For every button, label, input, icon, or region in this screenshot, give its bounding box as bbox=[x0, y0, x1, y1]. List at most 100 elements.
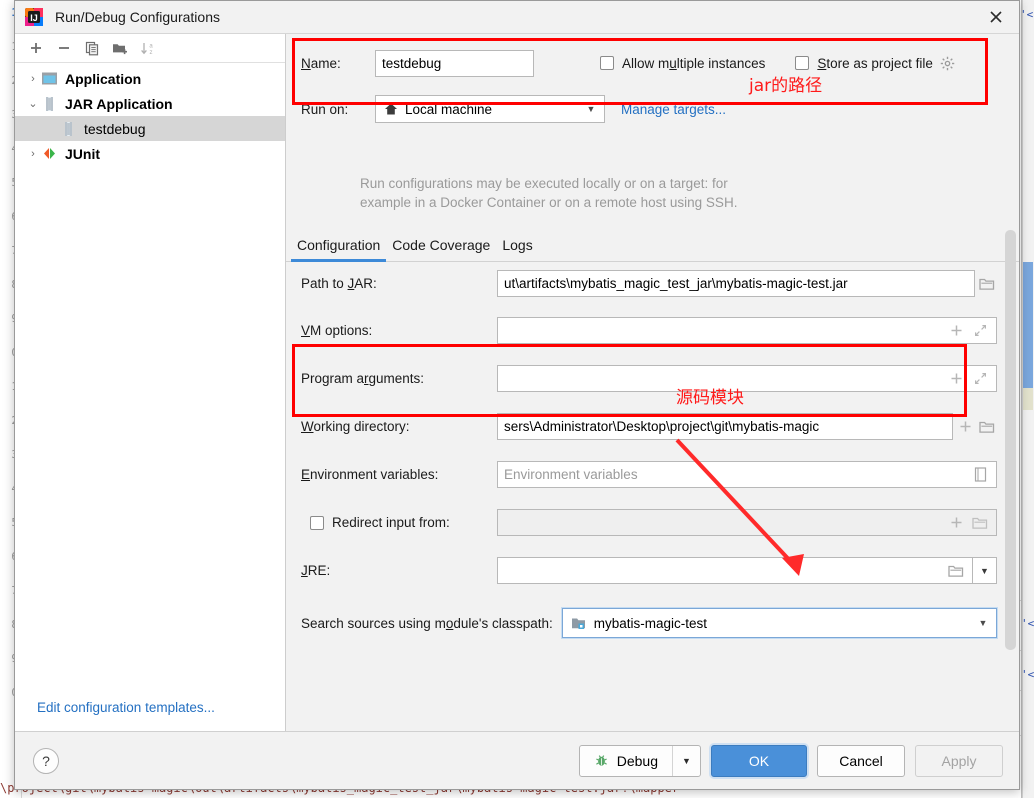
debug-button[interactable]: Debug bbox=[580, 746, 672, 776]
tree-item-jar-application[interactable]: ⌄ JAR Application bbox=[15, 91, 285, 116]
svg-text:IJ: IJ bbox=[30, 13, 38, 23]
ok-button[interactable]: OK bbox=[711, 744, 807, 777]
home-icon bbox=[384, 102, 398, 116]
path-to-jar-input[interactable]: ut\artifacts\mybatis_magic_test_jar\myba… bbox=[497, 270, 975, 297]
run-on-row: Run on: Local machine ▼ Manage targets..… bbox=[286, 94, 1019, 124]
add-configuration-button[interactable] bbox=[23, 36, 49, 60]
svg-text:z: z bbox=[150, 50, 153, 56]
editor-tabs: Configuration Code Coverage Logs bbox=[286, 229, 1019, 262]
expand-icon[interactable] bbox=[970, 324, 990, 337]
tree-item-label: JAR Application bbox=[65, 95, 173, 112]
chevron-down-icon[interactable]: ▼ bbox=[582, 104, 600, 114]
program-arguments-label: Program arguments: bbox=[301, 371, 425, 386]
debug-split-button[interactable]: Debug ▼ bbox=[578, 744, 701, 777]
program-arguments-input[interactable] bbox=[497, 365, 997, 392]
cancel-button[interactable]: Cancel bbox=[817, 744, 905, 777]
editor-scrollbar-marker bbox=[1023, 388, 1033, 410]
name-input[interactable]: testdebug bbox=[375, 49, 534, 77]
insert-macro-icon[interactable] bbox=[946, 372, 966, 385]
editor-bg-snippet-mid: '< bbox=[1021, 617, 1034, 630]
run-on-target-combo[interactable]: Local machine ▼ bbox=[375, 95, 605, 123]
manage-targets-link[interactable]: Manage targets... bbox=[621, 102, 726, 117]
tree-item-application[interactable]: › Application bbox=[15, 66, 285, 91]
store-as-project-file-checkbox[interactable]: Store as project file bbox=[795, 56, 933, 71]
configuration-editor-pane: Name: testdebug Allow multiple instances… bbox=[286, 34, 1019, 731]
jar-icon bbox=[41, 96, 58, 112]
allow-multiple-instances-checkbox[interactable]: Allow multiple instances bbox=[600, 56, 765, 71]
chevron-down-icon[interactable]: ▼ bbox=[980, 566, 989, 576]
tree-item-junit[interactable]: › JUnit bbox=[15, 141, 285, 166]
chevron-down-icon[interactable]: ▼ bbox=[974, 618, 992, 628]
working-directory-input[interactable]: sers\Administrator\Desktop\project\git\m… bbox=[497, 413, 953, 440]
redirect-input-checkbox[interactable]: Redirect input from: bbox=[301, 515, 497, 530]
search-sources-module-combo[interactable]: mybatis-magic-test ▼ bbox=[561, 608, 997, 638]
run-debug-configurations-dialog: IJ Run/Debug Configurations a z › Applic… bbox=[14, 0, 1020, 790]
chevron-right-icon[interactable]: › bbox=[25, 148, 41, 160]
editor-bg-snippet-low: '< bbox=[1021, 668, 1034, 681]
environment-variables-input[interactable]: Environment variables bbox=[497, 461, 997, 488]
jre-label: JRE: bbox=[301, 563, 331, 578]
working-directory-label: Working directory: bbox=[301, 419, 410, 434]
redirect-input-label: Redirect input from: bbox=[332, 515, 450, 530]
environment-variables-control: Environment variables bbox=[497, 461, 997, 488]
jre-input[interactable] bbox=[497, 557, 972, 584]
run-on-target-value: Local machine bbox=[405, 101, 493, 117]
configurations-tree: › Application ⌄ JAR Application testdebu… bbox=[15, 63, 285, 683]
allow-multiple-instances-label: Allow multiple instances bbox=[622, 55, 766, 71]
sort-configurations-button[interactable]: a z bbox=[135, 36, 161, 60]
editor-scrollbar-thumb[interactable] bbox=[1023, 262, 1033, 388]
chevron-right-icon[interactable]: › bbox=[25, 73, 41, 85]
folder-browse-icon[interactable] bbox=[977, 277, 997, 291]
tree-item-testdebug[interactable]: testdebug bbox=[15, 116, 285, 141]
jre-row: JRE: ▼ bbox=[286, 555, 1019, 586]
environment-variables-row: Environment variables: Environment varia… bbox=[286, 459, 1019, 490]
configuration-form: Path to JAR: ut\artifacts\mybatis_magic_… bbox=[286, 268, 1019, 657]
path-to-jar-control: ut\artifacts\mybatis_magic_test_jar\myba… bbox=[497, 270, 997, 297]
vm-options-control bbox=[497, 317, 997, 344]
checkbox-box[interactable] bbox=[600, 56, 614, 70]
insert-macro-icon[interactable] bbox=[955, 420, 975, 433]
jre-control: ▼ bbox=[497, 557, 997, 584]
program-arguments-control bbox=[497, 365, 997, 392]
svg-text:a: a bbox=[149, 43, 153, 49]
insert-macro-icon[interactable] bbox=[946, 324, 966, 337]
remove-configuration-button[interactable] bbox=[51, 36, 77, 60]
checkbox-box[interactable] bbox=[795, 56, 810, 70]
path-to-jar-value: ut\artifacts\mybatis_magic_test_jar\myba… bbox=[504, 276, 848, 291]
chevron-down-icon[interactable]: ⌄ bbox=[25, 97, 41, 110]
tab-label: Configuration bbox=[297, 237, 381, 253]
folder-browse-icon[interactable] bbox=[946, 564, 966, 578]
copy-configuration-button[interactable] bbox=[79, 36, 105, 60]
vm-options-input[interactable] bbox=[497, 317, 997, 344]
redirect-input-field[interactable] bbox=[497, 509, 997, 536]
dialog-body: a z › Application ⌄ JAR Application test… bbox=[15, 34, 1019, 731]
chevron-down-icon[interactable]: ▼ bbox=[682, 756, 691, 766]
working-directory-control: sers\Administrator\Desktop\project\git\m… bbox=[497, 413, 997, 440]
environment-variables-label: Environment variables: bbox=[301, 467, 439, 482]
tab-logs[interactable]: Logs bbox=[496, 237, 538, 261]
expand-icon[interactable] bbox=[970, 372, 990, 385]
vm-options-label: VM options: bbox=[301, 323, 373, 338]
program-arguments-row: Program arguments: bbox=[286, 363, 1019, 394]
run-on-hint: Run configurations may be executed local… bbox=[360, 174, 840, 212]
gear-icon[interactable] bbox=[940, 56, 955, 71]
env-editor-icon[interactable] bbox=[970, 467, 990, 482]
tab-configuration[interactable]: Configuration bbox=[291, 237, 387, 262]
folder-browse-icon[interactable] bbox=[970, 516, 990, 530]
tab-code-coverage[interactable]: Code Coverage bbox=[386, 237, 496, 261]
folder-browse-icon[interactable] bbox=[977, 420, 997, 434]
jre-dropdown-button[interactable]: ▼ bbox=[972, 557, 997, 584]
close-icon[interactable] bbox=[973, 1, 1019, 33]
help-button[interactable]: ? bbox=[33, 747, 59, 774]
edit-configuration-templates-link[interactable]: Edit configuration templates... bbox=[37, 700, 215, 715]
left-pane-footer: Edit configuration templates... bbox=[15, 683, 285, 731]
intellij-idea-icon: IJ bbox=[25, 8, 43, 26]
search-sources-module-control: mybatis-magic-test ▼ bbox=[561, 608, 997, 638]
checkbox-box[interactable] bbox=[310, 515, 324, 530]
working-directory-value: sers\Administrator\Desktop\project\git\m… bbox=[504, 419, 820, 434]
name-label: Name: bbox=[301, 55, 341, 71]
insert-macro-icon[interactable] bbox=[946, 516, 966, 529]
new-folder-button[interactable] bbox=[107, 36, 133, 60]
debug-dropdown-button[interactable]: ▼ bbox=[672, 745, 700, 776]
search-sources-module-label: Search sources using module's classpath: bbox=[301, 615, 553, 631]
